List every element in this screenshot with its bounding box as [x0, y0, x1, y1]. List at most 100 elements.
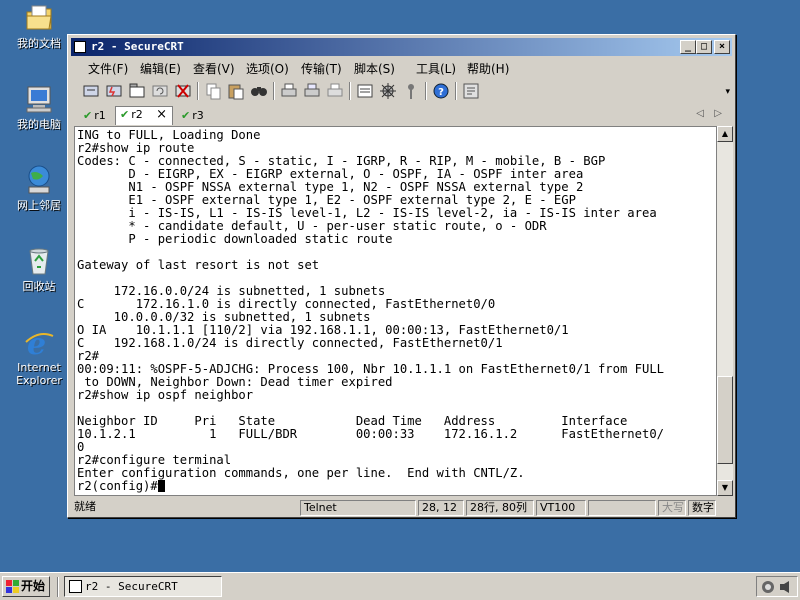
print-selection-icon[interactable]	[302, 81, 322, 101]
paste-icon[interactable]	[226, 81, 246, 101]
tab-label: r3	[192, 109, 204, 122]
toolbar: ? ▾	[71, 79, 732, 103]
connected-check-icon: ✔	[83, 109, 93, 122]
close-button[interactable]: ×	[714, 40, 730, 54]
securecrt-window: r2 - SecureCRT _ □ × 文件(F) 编辑(E) 查看(V) 选…	[67, 34, 736, 518]
tab-r1[interactable]: ✔ r1	[79, 108, 119, 124]
desktop-icon-label: 回收站	[22, 280, 56, 293]
help-icon[interactable]: ?	[431, 81, 451, 101]
my-documents-icon	[23, 2, 55, 34]
connect-tab-icon[interactable]	[127, 81, 147, 101]
scroll-thumb[interactable]	[717, 376, 733, 464]
start-label: 开始	[21, 579, 46, 593]
vertical-scrollbar[interactable]: ▲ ▼	[717, 126, 733, 496]
terminal-line: r2#show ip ospf neighbor	[77, 388, 254, 402]
scroll-up-button[interactable]: ▲	[717, 126, 733, 142]
status-protocol: Telnet	[300, 500, 416, 516]
securecrt-icon	[69, 580, 82, 593]
desktop-icon-my-computer[interactable]: 我的电脑	[6, 83, 72, 131]
toolbar-separator	[455, 82, 457, 100]
toolbar-overflow-icon[interactable]: ▾	[725, 87, 730, 97]
tab-scroll-right-icon[interactable]: ▷	[714, 108, 722, 119]
desktop-icon-label: 我的电脑	[17, 118, 61, 131]
print-icon[interactable]	[279, 81, 299, 101]
connect-icon[interactable]	[81, 81, 101, 101]
quick-connect-icon[interactable]	[104, 81, 124, 101]
desktop-icon-label: Internet Explorer	[16, 361, 62, 387]
taskbar-item-label: r2 - SecureCRT	[85, 580, 178, 593]
toolbar-separator	[197, 82, 199, 100]
menu-file[interactable]: 文件(F)	[88, 60, 128, 77]
terminal-line: r2(config)#	[77, 480, 664, 493]
system-tray	[756, 576, 798, 597]
menu-tools[interactable]: 工具(L)	[416, 60, 456, 77]
connected-check-icon: ✔	[120, 108, 130, 121]
find-icon[interactable]	[249, 81, 269, 101]
network-places-icon	[23, 164, 55, 196]
reconnect-icon[interactable]	[150, 81, 170, 101]
volume-tray-icon[interactable]	[778, 579, 794, 595]
status-blank	[588, 500, 656, 516]
desktop-icon-internet-explorer[interactable]: e Internet Explorer	[6, 326, 72, 387]
session-options-icon[interactable]	[355, 81, 375, 101]
svg-text:e: e	[27, 327, 46, 358]
copy-icon[interactable]	[203, 81, 223, 101]
terminal-line: Gateway of last resort is not set	[77, 258, 320, 272]
connected-check-icon: ✔	[181, 109, 191, 122]
status-cursor-position: 28, 12	[418, 500, 464, 516]
desktop-icon-recycle-bin[interactable]: 回收站	[6, 245, 72, 293]
status-emulation: VT100	[536, 500, 586, 516]
sftp-icon[interactable]	[461, 81, 481, 101]
scroll-down-button[interactable]: ▼	[717, 480, 733, 496]
start-button[interactable]: 开始	[2, 576, 50, 597]
recycle-bin-icon	[23, 245, 55, 277]
tab-close-icon[interactable]: ×	[156, 107, 167, 123]
maximize-button[interactable]: □	[696, 40, 712, 54]
title-bar[interactable]: r2 - SecureCRT _ □ ×	[71, 38, 732, 56]
menu-help[interactable]: 帮助(H)	[467, 60, 509, 77]
desktop-icon-network-places[interactable]: 网上邻居	[6, 164, 72, 212]
window-title: r2 - SecureCRT	[91, 40, 184, 53]
menu-bar: 文件(F) 编辑(E) 查看(V) 选项(O) 传输(T) 脚本(S) 工具(L…	[71, 58, 732, 77]
app-icon	[74, 41, 86, 53]
tab-label: r1	[94, 109, 106, 122]
terminal-area[interactable]: ING to FULL, Loading Done r2#show ip rout…	[74, 126, 717, 496]
toolbar-separator	[349, 82, 351, 100]
tab-scroll-left-icon[interactable]: ◁	[696, 108, 704, 119]
toolbar-separator	[273, 82, 275, 100]
status-size: 28行, 80列	[466, 500, 534, 516]
key-map-icon[interactable]	[401, 81, 421, 101]
global-options-icon[interactable]	[378, 81, 398, 101]
status-caps-lock: 大写	[658, 500, 686, 516]
desktop-icon-label: 网上邻居	[17, 199, 61, 212]
desktop-icon-label: 我的文档	[17, 37, 61, 50]
status-bar: 就绪 Telnet 28, 12 28行, 80列 VT100 大写 数字	[71, 499, 732, 517]
minimize-button[interactable]: _	[680, 40, 696, 54]
terminal-line: 10.1.2.1 1 FULL/BDR 00:00:33 172.16.1.2 …	[77, 427, 664, 441]
menu-view[interactable]: 查看(V)	[193, 60, 235, 77]
terminal-line: Enter configuration commands, one per li…	[77, 466, 525, 480]
tab-r3[interactable]: ✔ r3	[177, 108, 217, 124]
menu-options[interactable]: 选项(O)	[246, 60, 289, 77]
status-num-lock: 数字	[688, 500, 716, 516]
terminal-line: C 192.168.1.0/24 is directly connected, …	[77, 336, 503, 350]
toolbar-separator	[425, 82, 427, 100]
terminal-output: ING to FULL, Loading Done r2#show ip rout…	[77, 129, 664, 493]
taskbar-item-securecrt[interactable]: r2 - SecureCRT	[64, 576, 222, 597]
tab-label: r2	[131, 108, 143, 121]
menu-script[interactable]: 脚本(S)	[354, 60, 395, 77]
disconnect-icon[interactable]	[173, 81, 193, 101]
session-tabs: ✔ r1 ✔ r2 × ✔ r3 ◁ ▷	[71, 106, 732, 126]
desktop-icon-my-documents[interactable]: 我的文档	[6, 2, 72, 50]
menu-edit[interactable]: 编辑(E)	[140, 60, 181, 77]
network-tray-icon[interactable]	[760, 579, 776, 595]
tab-r2[interactable]: ✔ r2 ×	[115, 106, 173, 125]
print-screen-icon[interactable]	[325, 81, 345, 101]
terminal-line: P - periodic downloaded static route	[77, 232, 393, 246]
menu-transfer[interactable]: 传输(T)	[301, 60, 342, 77]
terminal-cursor	[157, 480, 165, 492]
svg-text:?: ?	[438, 87, 444, 98]
taskbar: 开始 r2 - SecureCRT	[0, 572, 800, 600]
status-ready: 就绪	[74, 500, 96, 513]
internet-explorer-icon: e	[23, 326, 55, 362]
